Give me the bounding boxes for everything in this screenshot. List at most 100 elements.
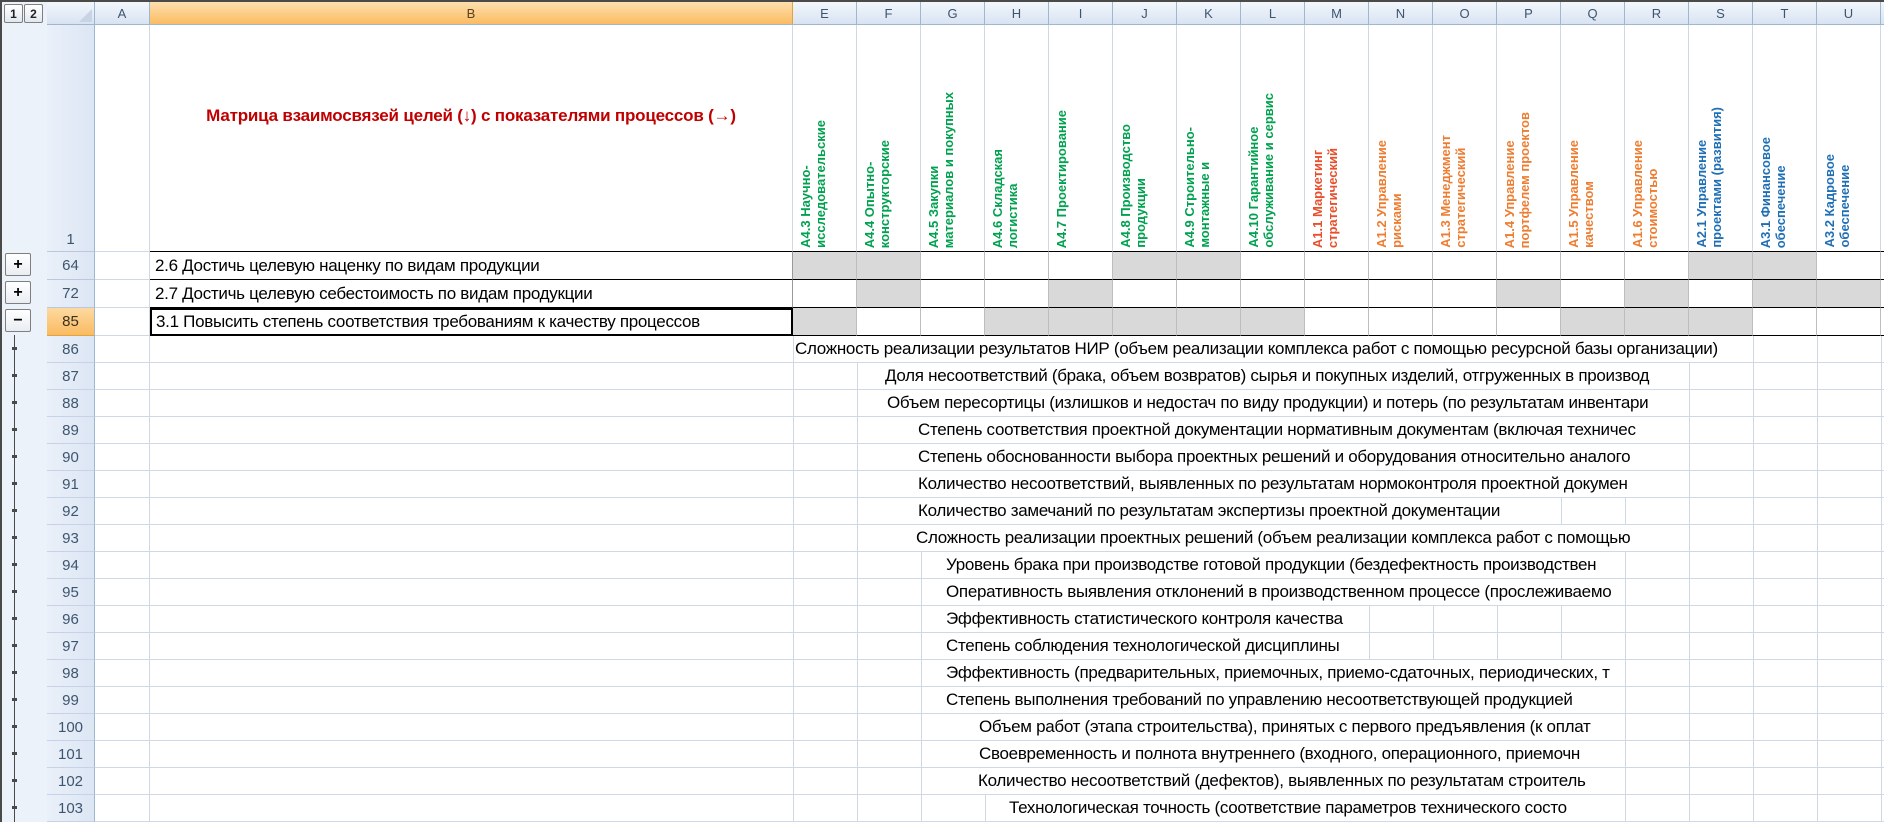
matrix-cell-R64[interactable] — [1625, 252, 1689, 280]
row-header-92[interactable]: 92 — [47, 498, 95, 525]
detail-row-grid[interactable]: Эффективность статистического контроля к… — [150, 606, 1884, 633]
row-header-103[interactable]: 103 — [47, 795, 95, 822]
matrix-cell-T72[interactable] — [1753, 280, 1817, 308]
matrix-cell-O64[interactable] — [1433, 252, 1497, 280]
matrix-cell-M64[interactable] — [1305, 252, 1369, 280]
collapse-group-row85-button[interactable]: − — [5, 309, 31, 332]
matrix-cell-N72[interactable] — [1369, 280, 1433, 308]
outline-level-2-button[interactable]: 2 — [24, 4, 43, 23]
detail-row-grid[interactable]: Объем работ (этапа строительства), приня… — [150, 714, 1884, 741]
matrix-cell-H72[interactable] — [985, 280, 1049, 308]
cell-A72[interactable] — [95, 280, 150, 308]
process-header-cell-L[interactable]: А4.10 Гарантийное обслуживание и сервис — [1241, 25, 1305, 252]
column-header-I[interactable]: I — [1049, 2, 1113, 24]
row-header-102[interactable]: 102 — [47, 768, 95, 795]
row-header-86[interactable]: 86 — [47, 336, 95, 363]
goal-cell-B72[interactable]: 2.7 Достичь целевую себестоимость по вид… — [150, 280, 793, 308]
matrix-cell-S72[interactable] — [1689, 280, 1753, 308]
cell-A64[interactable] — [95, 252, 150, 280]
cell-A99[interactable] — [95, 687, 150, 714]
cell-B1-title[interactable]: Матрица взаимосвязей целей (↓) с показат… — [150, 25, 793, 252]
matrix-cell-L72[interactable] — [1241, 280, 1305, 308]
row-header-99[interactable]: 99 — [47, 687, 95, 714]
cell-A96[interactable] — [95, 606, 150, 633]
matrix-cell-E72[interactable] — [793, 280, 857, 308]
column-header-P[interactable]: P — [1497, 2, 1561, 24]
cell-A93[interactable] — [95, 525, 150, 552]
process-header-cell-U[interactable]: А3.2 Кадровое обеспечение — [1817, 25, 1881, 252]
detail-row-grid[interactable]: Сложность реализации результатов НИР (об… — [150, 336, 1884, 363]
row-header-101[interactable]: 101 — [47, 741, 95, 768]
row-header-96[interactable]: 96 — [47, 606, 95, 633]
row-header-72[interactable]: 72 — [47, 280, 95, 308]
matrix-cell-I64[interactable] — [1049, 252, 1113, 280]
column-header-O[interactable]: O — [1433, 2, 1497, 24]
row-header-91[interactable]: 91 — [47, 471, 95, 498]
row-header-85-selected[interactable]: 85 — [47, 308, 95, 336]
detail-row-grid[interactable]: Своевременность и полнота внутреннего (в… — [150, 741, 1884, 768]
matrix-cell-U72[interactable] — [1817, 280, 1881, 308]
matrix-cell-K85[interactable] — [1177, 308, 1241, 336]
matrix-cell-I72[interactable] — [1049, 280, 1113, 308]
detail-row-grid[interactable]: Количество несоответствий, выявленных по… — [150, 471, 1884, 498]
matrix-cell-P64[interactable] — [1497, 252, 1561, 280]
cell-A97[interactable] — [95, 633, 150, 660]
detail-row-grid[interactable]: Эффективность (предварительных, приемочн… — [150, 660, 1884, 687]
matrix-cell-K64[interactable] — [1177, 252, 1241, 280]
matrix-cell-E85[interactable] — [793, 308, 857, 336]
column-header-U[interactable]: U — [1817, 2, 1881, 24]
cell-A102[interactable] — [95, 768, 150, 795]
cell-A90[interactable] — [95, 444, 150, 471]
matrix-cell-G72[interactable] — [921, 280, 985, 308]
detail-row-grid[interactable]: Объем пересортицы (излишков и недостач п… — [150, 390, 1884, 417]
cell-A101[interactable] — [95, 741, 150, 768]
outline-level-1-button[interactable]: 1 — [4, 4, 23, 23]
column-header-L[interactable]: L — [1241, 2, 1305, 24]
row-header-89[interactable]: 89 — [47, 417, 95, 444]
row-header-97[interactable]: 97 — [47, 633, 95, 660]
row-header-64[interactable]: 64 — [47, 252, 95, 280]
row-header-98[interactable]: 98 — [47, 660, 95, 687]
cell-A85[interactable] — [95, 308, 150, 336]
matrix-cell-M85[interactable] — [1305, 308, 1369, 336]
cell-A98[interactable] — [95, 660, 150, 687]
detail-row-grid[interactable]: Количество замечаний по результатам эксп… — [150, 498, 1884, 525]
matrix-cell-Q85[interactable] — [1561, 308, 1625, 336]
matrix-cell-F72[interactable] — [857, 280, 921, 308]
column-header-J[interactable]: J — [1113, 2, 1177, 24]
matrix-cell-M72[interactable] — [1305, 280, 1369, 308]
column-header-K[interactable]: K — [1177, 2, 1241, 24]
matrix-cell-G64[interactable] — [921, 252, 985, 280]
detail-row-grid[interactable]: Уровень брака при производстве готовой п… — [150, 552, 1884, 579]
cell-A86[interactable] — [95, 336, 150, 363]
process-header-cell-J[interactable]: А4.8 Производство продукции — [1113, 25, 1177, 252]
column-header-E[interactable]: E — [793, 2, 857, 24]
detail-row-grid[interactable]: Степень выполнения требований по управле… — [150, 687, 1884, 714]
row-header-100[interactable]: 100 — [47, 714, 95, 741]
cell-A88[interactable] — [95, 390, 150, 417]
expand-group-row64-button[interactable]: + — [5, 253, 31, 276]
matrix-cell-L85[interactable] — [1241, 308, 1305, 336]
cell-A100[interactable] — [95, 714, 150, 741]
cell-A91[interactable] — [95, 471, 150, 498]
cell-A87[interactable] — [95, 363, 150, 390]
process-header-cell-F[interactable]: А4.4 Опытно- конструкторские — [857, 25, 921, 252]
cell-A95[interactable] — [95, 579, 150, 606]
cell-A92[interactable] — [95, 498, 150, 525]
column-header-A[interactable]: A — [95, 2, 150, 24]
detail-row-grid[interactable]: Технологическая точность (соответствие п… — [150, 795, 1884, 822]
matrix-cell-U64[interactable] — [1817, 252, 1881, 280]
matrix-cell-H64[interactable] — [985, 252, 1049, 280]
matrix-cell-K72[interactable] — [1177, 280, 1241, 308]
process-header-cell-I[interactable]: А4.7 Проектирование — [1049, 25, 1113, 252]
detail-row-grid[interactable]: Степень обоснованности выбора проектных … — [150, 444, 1884, 471]
matrix-cell-J64[interactable] — [1113, 252, 1177, 280]
column-header-S[interactable]: S — [1689, 2, 1753, 24]
row-header-90[interactable]: 90 — [47, 444, 95, 471]
cell-A1[interactable] — [95, 25, 150, 252]
matrix-cell-F85[interactable] — [857, 308, 921, 336]
matrix-cell-G85[interactable] — [921, 308, 985, 336]
process-header-cell-G[interactable]: А4.5 Закупки материалов и покупных — [921, 25, 985, 252]
matrix-cell-P72[interactable] — [1497, 280, 1561, 308]
matrix-cell-I85[interactable] — [1049, 308, 1113, 336]
